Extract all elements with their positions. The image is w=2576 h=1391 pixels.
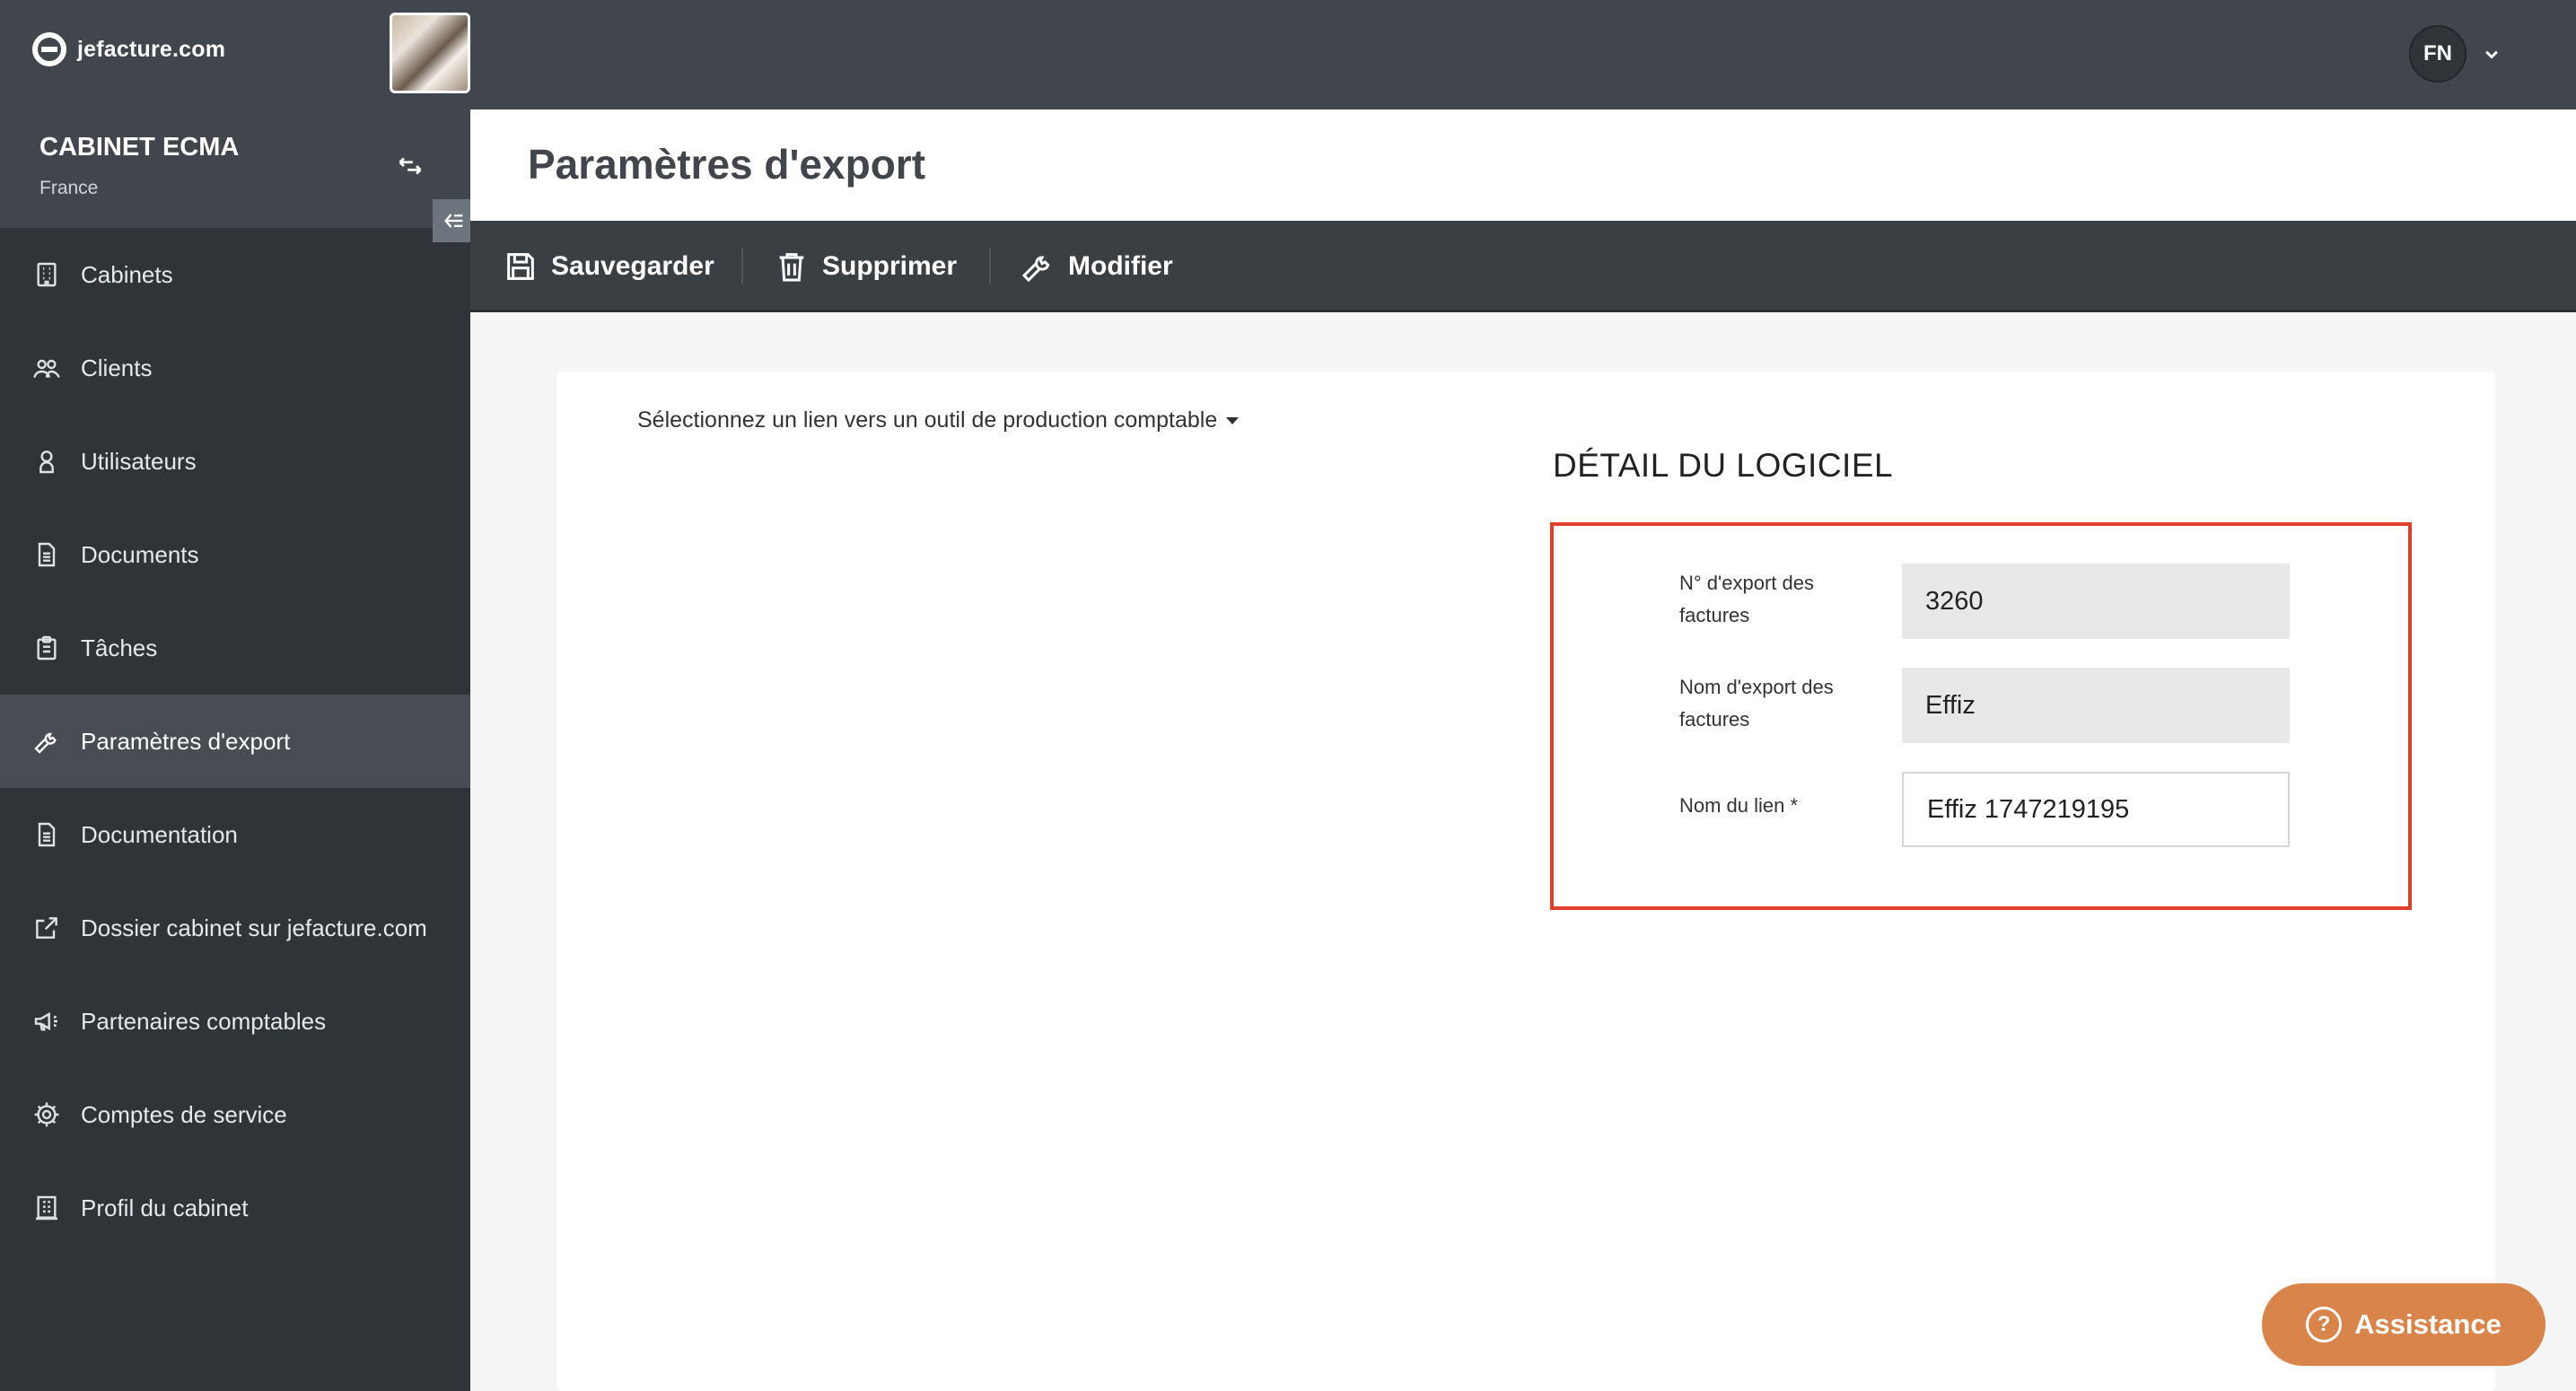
clipboard-icon [37, 635, 57, 661]
sidebar-item-cabinets[interactable]: Cabinets [0, 228, 470, 321]
sidebar-item-comptes-service[interactable]: Comptes de service [0, 1068, 470, 1161]
document-icon [38, 822, 56, 847]
save-button[interactable]: Sauvegarder [503, 246, 714, 287]
sidebar-item-label: Utilisateurs [81, 447, 197, 475]
org-thumbnail[interactable] [390, 13, 470, 93]
assistance-button[interactable]: ? Assistance [2262, 1283, 2545, 1366]
external-link-icon [36, 917, 57, 939]
floppy-disk-icon [507, 253, 534, 280]
sidebar-item-label: Documents [81, 540, 199, 568]
sidebar-item-label: Partenaires comptables [81, 1007, 327, 1035]
sidebar-item-documents[interactable]: Documents [0, 508, 470, 601]
link-name-input[interactable]: Effiz 1747219195 [1902, 772, 2290, 847]
sidebar-item-label: Clients [81, 354, 153, 381]
sidebar-item-label: Profil du cabinet [81, 1194, 249, 1221]
edit-button-label: Modifier [1068, 251, 1173, 281]
sidebar-item-label: Dossier cabinet sur jefacture.com [81, 914, 427, 941]
sidebar-item-label: Documentation [81, 820, 238, 848]
field-label-export-number: N° d'export des factures [1679, 572, 1814, 626]
brand-name: jefacture.com [77, 36, 226, 62]
logo-icon [32, 32, 66, 66]
sidebar-item-dossier-cabinet[interactable]: Dossier cabinet sur jefacture.com [0, 881, 470, 975]
sidebar-item-profil-cabinet[interactable]: Profil du cabinet [0, 1161, 470, 1255]
action-toolbar: Sauvegarder Supprimer Modifier [470, 221, 2576, 312]
content-card: Sélectionnez un lien vers un outil de pr… [556, 372, 2495, 1391]
sidebar-item-clients[interactable]: Clients [0, 321, 470, 415]
sidebar-item-label: Tâches [81, 634, 158, 661]
switch-arrows-icon[interactable] [395, 151, 425, 181]
caret-down-icon [1226, 416, 1240, 424]
brand-logo[interactable]: jefacture.com [32, 32, 225, 66]
sidebar-item-label: Cabinets [81, 260, 173, 288]
org-header: CABINET ECMA France [0, 109, 470, 228]
sidebar-item-taches[interactable]: Tâches [0, 601, 470, 695]
trash-icon [779, 253, 804, 282]
field-label-link-name: Nom du lien * [1679, 794, 1799, 817]
gear-icon [34, 1102, 59, 1127]
link-selector-dropdown[interactable]: Sélectionnez un lien vers un outil de pr… [637, 407, 1240, 433]
delete-button-label: Supprimer [822, 251, 958, 281]
user-avatar[interactable]: FN [2409, 25, 2466, 83]
user-icon [39, 451, 54, 474]
chevron-down-icon[interactable] [2479, 41, 2504, 66]
link-selector-label: Sélectionnez un lien vers un outil de pr… [637, 407, 1218, 433]
wrench-icon [1021, 256, 1050, 283]
save-button-label: Sauvegarder [551, 251, 714, 281]
sidebar-item-parametres-export[interactable]: Paramètres d'export [0, 695, 470, 788]
megaphone-icon [34, 1011, 57, 1031]
org-name: CABINET ECMA [39, 133, 240, 162]
export-name-field: Effiz [1902, 668, 2290, 743]
toolbar-divider [989, 248, 991, 284]
wrench-icon [34, 732, 57, 754]
sidebar-item-label: Comptes de service [81, 1100, 287, 1128]
org-country: France [39, 178, 99, 198]
export-number-field: 3260 [1902, 564, 2290, 639]
page-header: Paramètres d'export [470, 109, 2576, 221]
sidebar-nav: Cabinets Clients Utilisateurs Documents … [0, 228, 470, 1255]
edit-button[interactable]: Modifier [1020, 246, 1173, 287]
field-label-export-name: Nom d'export des factures [1679, 676, 1834, 730]
toolbar-divider [741, 248, 743, 284]
delete-button[interactable]: Supprimer [774, 246, 957, 287]
building-icon [37, 262, 57, 287]
sidebar-item-partenaires[interactable]: Partenaires comptables [0, 975, 470, 1068]
office-building-icon [36, 1195, 57, 1220]
users-icon [33, 359, 60, 378]
help-circle-icon: ? [2306, 1307, 2343, 1343]
sidebar-item-documentation[interactable]: Documentation [0, 788, 470, 881]
software-detail-box: N° d'export des factures 3260 Nom d'expo… [1550, 522, 2412, 910]
assistance-label: Assistance [2354, 1308, 2502, 1340]
document-icon [38, 542, 56, 567]
top-header: jefacture.com FN [0, 0, 2576, 109]
sidebar-item-label: Paramètres d'export [81, 727, 291, 755]
page-title: Paramètres d'export [528, 141, 926, 188]
sidebar-item-utilisateurs[interactable]: Utilisateurs [0, 415, 470, 508]
section-title: DÉTAIL DU LOGICIEL [1553, 447, 1894, 484]
sidebar: CABINET ECMA France Cabinets Clients Uti… [0, 109, 476, 1391]
